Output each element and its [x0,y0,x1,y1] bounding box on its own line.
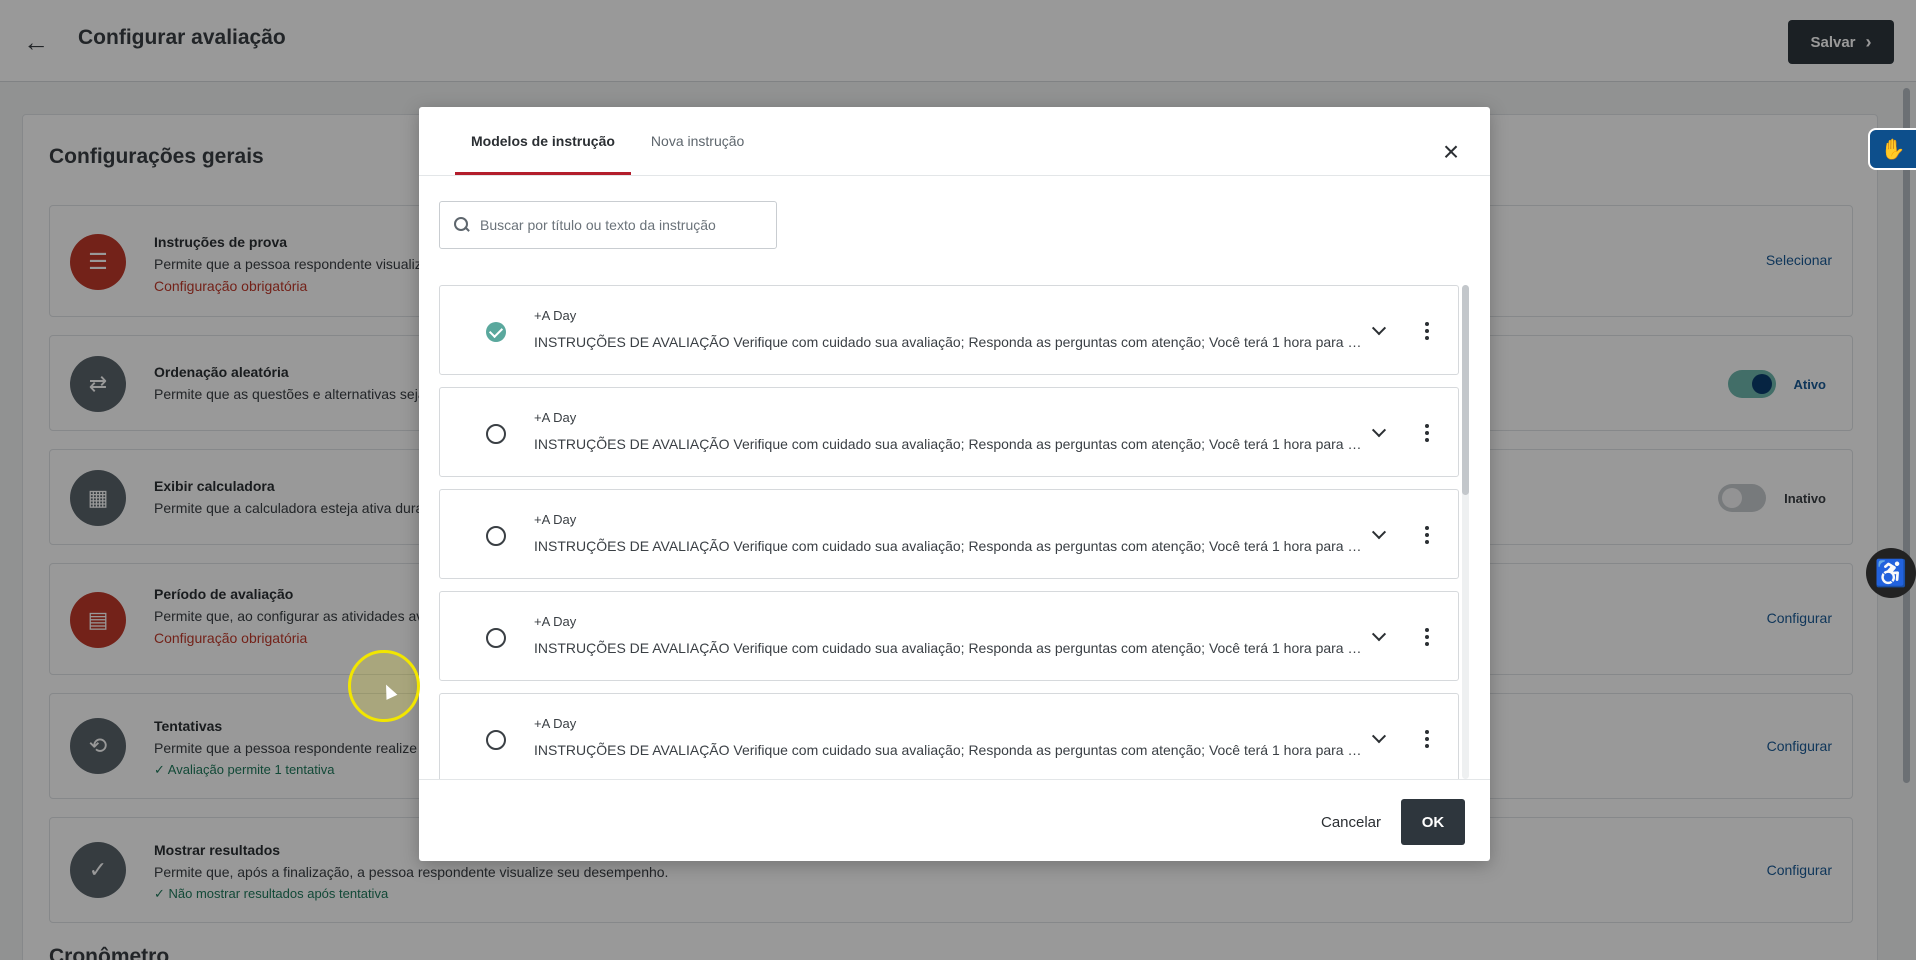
instruction-text: INSTRUÇÕES DE AVALIAÇÃO Verifique com cu… [534,436,1362,452]
chevron-down-icon[interactable] [1368,422,1390,444]
instruction-text: INSTRUÇÕES DE AVALIAÇÃO Verifique com cu… [534,640,1362,656]
more-vertical-icon[interactable] [1416,524,1438,546]
more-vertical-icon[interactable] [1416,728,1438,750]
radio-checked[interactable] [486,322,506,342]
more-vertical-icon[interactable] [1416,422,1438,444]
instruction-title: +A Day [534,716,577,731]
list-scrollbar-thumb[interactable] [1462,285,1469,495]
ok-button[interactable]: OK [1401,799,1465,845]
modal-tabs: Modelos de instrução Nova instrução [455,107,760,175]
sign-language-icon[interactable]: ✋ [1868,128,1916,170]
chevron-down-icon[interactable] [1368,524,1390,546]
radio-unchecked[interactable] [486,526,506,546]
instruction-modal: Modelos de instrução Nova instrução × +A… [419,107,1490,861]
search-icon [454,217,470,233]
radio-unchecked[interactable] [486,730,506,750]
radio-unchecked[interactable] [486,628,506,648]
divider [419,175,1490,176]
chevron-down-icon[interactable] [1368,320,1390,342]
instruction-card[interactable]: +A Day INSTRUÇÕES DE AVALIAÇÃO Verifique … [439,693,1459,779]
tab-new-instruction[interactable]: Nova instrução [635,107,760,175]
instruction-card[interactable]: +A Day INSTRUÇÕES DE AVALIAÇÃO Verifique … [439,387,1459,477]
search-field[interactable] [439,201,777,249]
more-vertical-icon[interactable] [1416,626,1438,648]
instruction-text: INSTRUÇÕES DE AVALIAÇÃO Verifique com cu… [534,334,1362,350]
instruction-text: INSTRUÇÕES DE AVALIAÇÃO Verifique com cu… [534,538,1362,554]
instruction-title: +A Day [534,308,577,323]
instruction-title: +A Day [534,614,577,629]
cancel-button[interactable]: Cancelar [1301,799,1401,845]
close-icon[interactable]: × [1439,138,1463,166]
instruction-card[interactable]: +A Day INSTRUÇÕES DE AVALIAÇÃO Verifique … [439,285,1459,375]
accessibility-icon[interactable]: ♿ [1866,548,1916,598]
instruction-card[interactable]: +A Day INSTRUÇÕES DE AVALIAÇÃO Verifique … [439,489,1459,579]
radio-unchecked[interactable] [486,424,506,444]
instruction-title: +A Day [534,512,577,527]
chevron-down-icon[interactable] [1368,626,1390,648]
instruction-card[interactable]: +A Day INSTRUÇÕES DE AVALIAÇÃO Verifique … [439,591,1459,681]
instruction-title: +A Day [534,410,577,425]
search-input[interactable] [480,217,770,233]
page-scrollbar[interactable] [1903,88,1910,783]
instruction-text: INSTRUÇÕES DE AVALIAÇÃO Verifique com cu… [534,742,1362,758]
chevron-down-icon[interactable] [1368,728,1390,750]
divider [419,779,1490,780]
more-vertical-icon[interactable] [1416,320,1438,342]
instruction-list: +A Day INSTRUÇÕES DE AVALIAÇÃO Verifique … [439,283,1473,779]
tab-instruction-models[interactable]: Modelos de instrução [455,107,631,175]
